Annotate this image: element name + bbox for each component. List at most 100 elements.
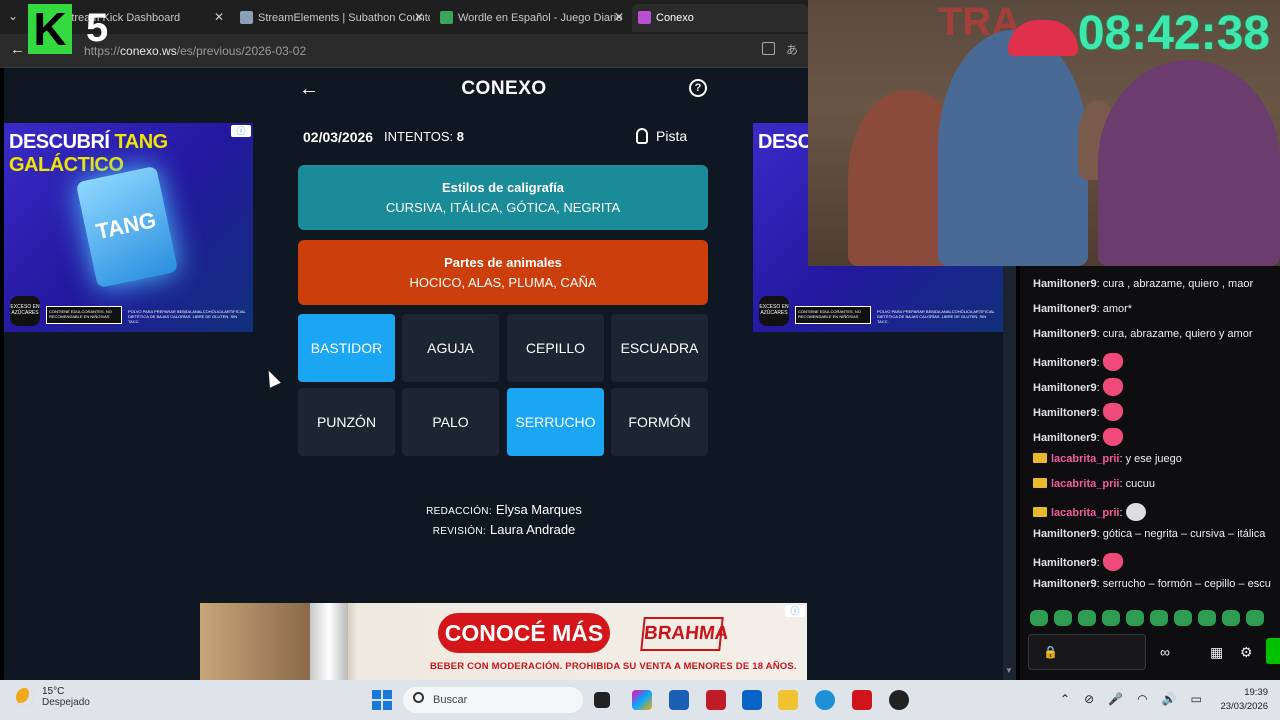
help-icon[interactable]: ?: [689, 79, 707, 97]
word-tile[interactable]: SERRUCHO: [507, 388, 604, 456]
scroll-down-arrow-icon[interactable]: ▼: [1005, 666, 1013, 675]
chevron-up-icon[interactable]: ⌃: [1060, 692, 1070, 706]
chat-text: cucuu: [1125, 478, 1155, 490]
emote-icon[interactable]: [1078, 610, 1096, 626]
settings-gear-icon[interactable]: ⚙: [1240, 644, 1253, 661]
emote-icon[interactable]: [1222, 610, 1240, 626]
heart-emote-icon: [1102, 428, 1123, 446]
ad-cta-button[interactable]: CONOCÉ MÁS: [438, 613, 610, 653]
word-tile[interactable]: PALO: [402, 388, 499, 456]
tab-streamelements[interactable]: StreamElements | Subathon Countdown ✕: [234, 4, 430, 32]
split-screen-icon[interactable]: [762, 42, 775, 55]
chat-input[interactable]: 🔒: [1028, 634, 1146, 670]
word-tile[interactable]: FORMÓN: [611, 388, 708, 456]
chat-username[interactable]: Hamiltoner9: [1033, 357, 1097, 369]
close-tab-icon[interactable]: ✕: [214, 10, 224, 24]
weather-widget[interactable]: 15°C Despejado: [16, 686, 90, 708]
clock-date: 23/03/2026: [1220, 701, 1268, 712]
wordle-favicon-icon: [440, 11, 453, 24]
ad-headline-a: DESCUBRÍ: [9, 131, 110, 153]
app-l-icon[interactable]: [852, 690, 872, 710]
chat-send-button[interactable]: [1266, 638, 1280, 664]
chat-username[interactable]: Hamiltoner9: [1033, 407, 1097, 419]
task-view-icon[interactable]: [594, 692, 610, 708]
close-tab-icon[interactable]: ✕: [614, 10, 624, 24]
taskbar-search[interactable]: Buscar: [403, 687, 583, 713]
excess-sugar-octagon: EXCESO EN AZÚCARES: [759, 296, 789, 326]
emote-icon[interactable]: [1150, 610, 1168, 626]
windows-start-icon[interactable]: [372, 690, 392, 710]
back-icon[interactable]: ←: [10, 41, 25, 58]
emote-icon[interactable]: [1198, 610, 1216, 626]
chat-username[interactable]: Hamiltoner9: [1033, 278, 1097, 290]
chat-text: serrucho – formón – cepillo – escu: [1102, 578, 1271, 590]
browser-tab-bar: ⌄ Stream Kick Dashboard ✕ StreamElements…: [0, 0, 808, 34]
chat-message: Hamiltoner9: gótica – negrita – cursiva …: [1033, 528, 1280, 540]
bottom-ad-banner[interactable]: CONOCÉ MÁS BRAHMA BEBER CON MODERACIÓN. …: [200, 603, 807, 680]
mcafee-icon[interactable]: [706, 690, 726, 710]
network-off-icon[interactable]: ⊘: [1084, 692, 1094, 706]
ad-info-icon[interactable]: ⓘ: [785, 605, 805, 617]
streamer-person-right: [1098, 60, 1280, 266]
wifi-icon[interactable]: ◠: [1137, 692, 1147, 706]
emote-icon[interactable]: [1102, 610, 1120, 626]
group-words: CURSIVA, ITÁLICA, GÓTICA, NEGRITA: [385, 200, 621, 215]
word-tile[interactable]: ESCUADRA: [611, 314, 708, 382]
emote-icon[interactable]: [1126, 610, 1144, 626]
back-arrow-icon[interactable]: ←: [299, 78, 319, 101]
revision-label: REVISIÓN:: [432, 526, 486, 537]
url-field[interactable]: https://conexo.ws/es/previous/2026-03-02: [84, 41, 804, 61]
chat-username[interactable]: lacabrita_prii: [1051, 478, 1119, 490]
obs-icon[interactable]: [889, 690, 909, 710]
file-explorer-icon[interactable]: [778, 690, 798, 710]
tab-wordle[interactable]: Wordle en Español - Juego Diario ✕: [434, 4, 630, 32]
chat-username[interactable]: Hamiltoner9: [1033, 303, 1097, 315]
hint-button[interactable]: Pista: [636, 128, 687, 144]
close-tab-icon[interactable]: ✕: [414, 10, 424, 24]
word-tile[interactable]: AGUJA: [402, 314, 499, 382]
store-icon[interactable]: [669, 690, 689, 710]
emote-icon[interactable]: [1174, 610, 1192, 626]
crown-badge-icon: [1033, 478, 1047, 488]
emote-icon[interactable]: [1054, 610, 1072, 626]
chat-username[interactable]: lacabrita_prii: [1051, 453, 1119, 465]
chat-message: lacabrita_prii: cucuu: [1033, 478, 1280, 490]
group-title: Partes de animales: [444, 255, 562, 270]
left-ad-banner[interactable]: DESCUBRÍ TANG GALÁCTICO TANG EXCESO EN A…: [4, 123, 253, 332]
gift-icon[interactable]: ▦: [1210, 644, 1223, 661]
ad-info-icon[interactable]: ⓘ: [231, 125, 251, 137]
infinity-icon[interactable]: ∞: [1160, 644, 1170, 660]
edge-browser-icon[interactable]: [815, 690, 835, 710]
word-tile[interactable]: PUNZÓN: [298, 388, 395, 456]
chat-username[interactable]: Hamiltoner9: [1033, 578, 1097, 590]
tab-conexo[interactable]: Conexo: [632, 4, 808, 32]
chat-username[interactable]: Hamiltoner9: [1033, 382, 1097, 394]
volume-icon[interactable]: 🔊: [1162, 692, 1177, 706]
chat-message: Hamiltoner9:: [1033, 553, 1280, 571]
copilot-icon[interactable]: [632, 690, 652, 710]
chat-username[interactable]: Hamiltoner9: [1033, 328, 1097, 340]
heart-emote-icon: [1102, 378, 1123, 396]
taskbar-clock[interactable]: 19:39 23/03/2026: [1208, 686, 1268, 714]
chat-message: Hamiltoner9:: [1033, 428, 1280, 446]
url-path: /es/previous/2026-03-02: [176, 44, 307, 58]
emote-icon[interactable]: [1246, 610, 1264, 626]
tab-list-chevron-icon[interactable]: ⌄: [8, 9, 18, 23]
outlook-icon[interactable]: [742, 690, 762, 710]
chat-username[interactable]: Hamiltoner9: [1033, 432, 1097, 444]
word-tile[interactable]: CEPILLO: [507, 314, 604, 382]
microphone-icon[interactable]: 🎤: [1108, 692, 1123, 706]
chat-separator: :: [1096, 432, 1103, 444]
chat-message: Hamiltoner9:: [1033, 403, 1280, 421]
word-tile[interactable]: BASTIDOR: [298, 314, 395, 382]
excess-sugar-octagon: EXCESO EN AZÚCARES: [10, 296, 40, 326]
translate-icon[interactable]: あ: [786, 41, 798, 58]
revision-name: Laura Andrade: [489, 522, 576, 537]
chat-username[interactable]: lacabrita_prii: [1051, 507, 1119, 519]
chat-username[interactable]: Hamiltoner9: [1033, 528, 1097, 540]
battery-icon[interactable]: ▭: [1191, 692, 1202, 706]
emote-icon[interactable]: [1030, 610, 1048, 626]
chat-message: Hamiltoner9: cura, abrazame, quiero y am…: [1033, 328, 1280, 340]
system-tray: ⌃ ⊘ 🎤 ◠ 🔊 ▭: [1060, 692, 1202, 706]
chat-username[interactable]: Hamiltoner9: [1033, 557, 1097, 569]
